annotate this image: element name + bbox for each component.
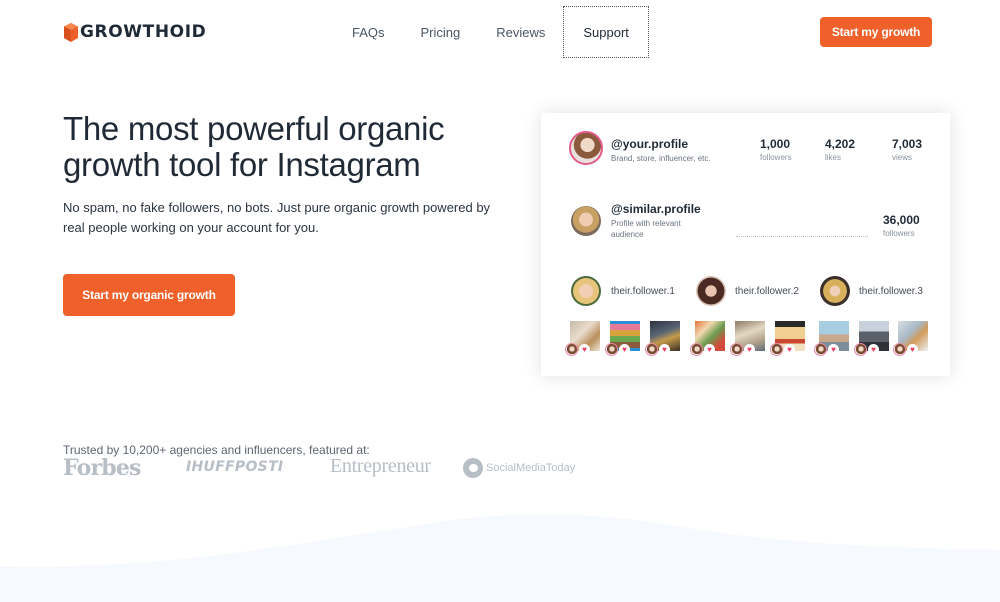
socialmediatoday-icon [463, 458, 483, 478]
followers-count: 1,000 [760, 137, 791, 151]
similar-profile-description-line-1: Profile with relevant [611, 219, 681, 228]
your-profile-description: Brand, store, influencer, etc. [611, 154, 711, 163]
liker-avatar [605, 343, 618, 356]
similar-profile-avatar [571, 206, 601, 236]
liker-avatar [854, 343, 867, 356]
heart-icon: ♥ [868, 344, 879, 355]
heart-icon: ♥ [744, 344, 755, 355]
similar-profile-handle: @similar.profile [611, 202, 701, 216]
similar-profile-description: Profile with relevant audience [611, 218, 681, 240]
background-wave [0, 514, 1000, 602]
follower-2-avatar [696, 276, 726, 306]
heart-icon: ♥ [619, 344, 630, 355]
logo-text: GROWTHOID [80, 22, 207, 42]
dotted-connector [736, 236, 868, 237]
nav-pricing[interactable]: Pricing [403, 6, 479, 58]
follower-3-name: their.follower.3 [859, 286, 923, 297]
liker-avatar [770, 343, 783, 356]
heart-icon: ♥ [659, 344, 670, 355]
hero-subtitle: No spam, no fake followers, no bots. Jus… [63, 198, 503, 238]
similar-followers-count: 36,000 [883, 213, 920, 227]
follower-3-avatar [820, 276, 850, 306]
hero-subtitle-line-2: real people working on your account for … [63, 220, 319, 235]
likes-label: likes [825, 153, 842, 162]
hero-subtitle-line-1: No spam, no fake followers, no bots. Jus… [63, 200, 491, 215]
likes-count: 4,202 [825, 137, 856, 151]
hero-title: The most powerful organic growth tool fo… [63, 111, 523, 183]
your-profile-handle: @your.profile [611, 137, 689, 151]
your-profile-avatar [569, 131, 603, 165]
entrepreneur-logo: Entrepreneur [330, 455, 431, 477]
heart-icon: ♥ [784, 344, 795, 355]
follower-1-name: their.follower.1 [611, 286, 675, 297]
views-count: 7,003 [892, 137, 923, 151]
heart-icon: ♥ [907, 344, 918, 355]
huffpost-logo: IHUFFPOSTI [186, 459, 284, 475]
views-label: views [892, 153, 913, 162]
growthoid-logo[interactable]: GROWTHOID [64, 22, 206, 42]
nav-support[interactable]: Support [563, 6, 649, 58]
follower-1-avatar [571, 276, 601, 306]
followers-label: followers [760, 153, 792, 162]
follower-2-name: their.follower.2 [735, 286, 799, 297]
liker-avatar [690, 343, 703, 356]
logo-cube-icon [64, 22, 78, 42]
socialmediatoday-logo: SocialMediaToday [463, 458, 575, 478]
nav-faqs[interactable]: FAQs [334, 6, 403, 58]
main-nav: FAQs Pricing Reviews Support [334, 6, 649, 58]
similar-profile-description-line-2: audience [611, 230, 644, 239]
liker-avatar [893, 343, 906, 356]
heart-icon: ♥ [828, 344, 839, 355]
similar-followers-label: followers [883, 229, 915, 238]
liker-avatar [730, 343, 743, 356]
forbes-logo: Forbes [63, 455, 141, 481]
start-my-growth-button[interactable]: Start my growth [820, 17, 932, 47]
socialmediatoday-text: SocialMediaToday [486, 462, 576, 474]
liker-avatar [814, 343, 827, 356]
heart-icon: ♥ [579, 344, 590, 355]
heart-icon: ♥ [704, 344, 715, 355]
nav-reviews[interactable]: Reviews [478, 6, 563, 58]
liker-avatar [645, 343, 658, 356]
growth-illustration-card: @your.profile Brand, store, influencer, … [541, 113, 950, 376]
hero-title-line-1: The most powerful organic [63, 110, 445, 147]
hero-title-line-2: growth tool for Instagram [63, 146, 421, 183]
liker-avatar [565, 343, 578, 356]
start-my-organic-growth-button[interactable]: Start my organic growth [63, 274, 235, 316]
